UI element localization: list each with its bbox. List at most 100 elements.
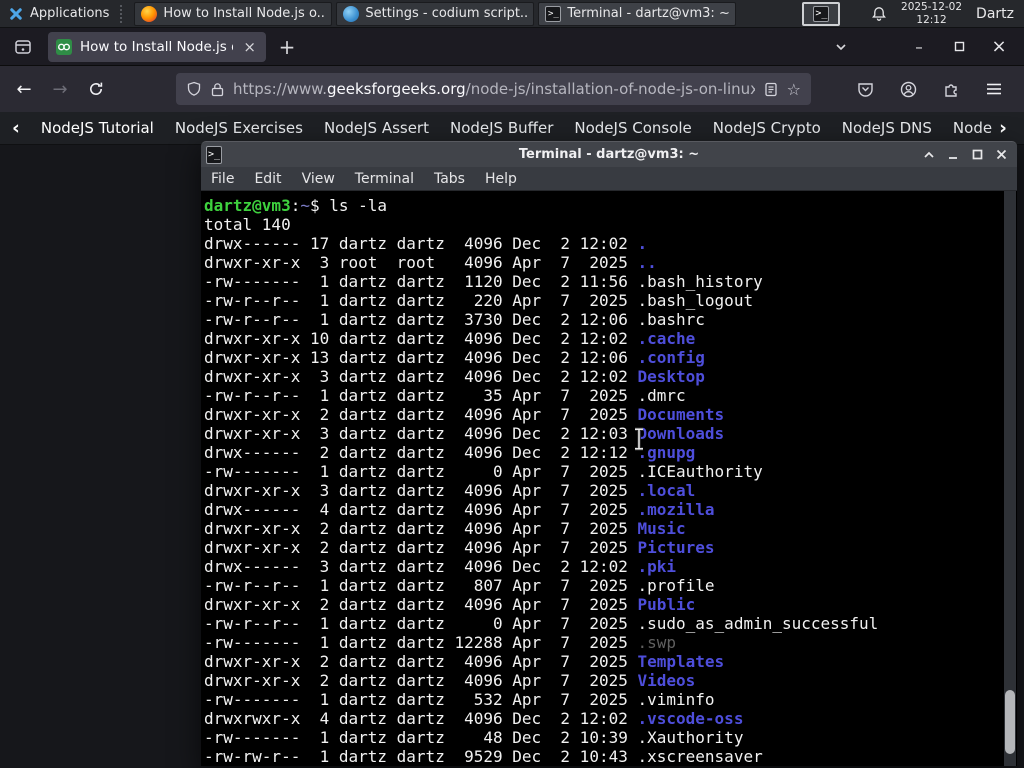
terminal-line: drwxr-xr-x 2 dartz dartz 4096 Apr 7 2025…	[204, 519, 1017, 538]
browser-tab[interactable]: How to Install Node.js on ×	[48, 31, 266, 62]
panel-user-label[interactable]: Dartz	[976, 6, 1014, 22]
firefox-view-icon	[15, 39, 31, 54]
terminal-line: -rw-r--r-- 1 dartz dartz 0 Apr 7 2025 .s…	[204, 614, 1017, 633]
file-name: .Xauthority	[637, 728, 744, 747]
minimize-button[interactable]: –	[906, 34, 932, 60]
site-nav-link[interactable]: NodeJS Crypto	[713, 119, 821, 137]
url-text[interactable]: https://www.geeksforgeeks.org/node-js/in…	[233, 80, 755, 98]
menu-edit[interactable]: Edit	[244, 171, 291, 187]
tab-list-button[interactable]	[828, 34, 854, 60]
menu-tabs[interactable]: Tabs	[424, 171, 475, 187]
panel-clock[interactable]: 2025-12-02 12:12	[901, 1, 962, 25]
menu-view[interactable]: View	[292, 171, 345, 187]
terminal-line: -rw-rw-r-- 1 dartz dartz 9529 Dec 2 10:4…	[204, 747, 1017, 766]
back-button[interactable]: ←	[8, 73, 40, 105]
site-nav-link[interactable]: NodeJS DNS	[842, 119, 932, 137]
notification-bell-icon[interactable]	[871, 6, 887, 22]
prompt-user-host: dartz@vm3	[204, 196, 291, 215]
terminal-output[interactable]: dartz@vm3:~$ ls -la total 140 drwx------…	[201, 191, 1017, 766]
maximize-button[interactable]	[946, 34, 972, 60]
chevron-up-icon	[924, 151, 934, 158]
file-attributes: drwxr-xr-x 2 dartz dartz 4096 Apr 7 2025	[204, 652, 638, 671]
url-domain: geeksforgeeks.org	[326, 80, 466, 98]
terminal-line: -rw-r--r-- 1 dartz dartz 220 Apr 7 2025 …	[204, 291, 1017, 310]
terminal-line: drwxr-xr-x 3 dartz dartz 4096 Apr 7 2025…	[204, 481, 1017, 500]
terminal-line: -rw-r--r-- 1 dartz dartz 807 Apr 7 2025 …	[204, 576, 1017, 595]
file-attributes: -rw------- 1 dartz dartz 12288 Apr 7 202…	[204, 633, 638, 652]
file-attributes: drwx------ 3 dartz dartz 4096 Dec 2 12:0…	[204, 557, 638, 576]
terminal-scrollbar[interactable]	[1004, 191, 1016, 766]
file-attributes: drwxrwxr-x 4 dartz dartz 4096 Dec 2 12:0…	[204, 709, 638, 728]
site-nav-link[interactable]: NodeJS Assert	[324, 119, 429, 137]
url-bar[interactable]: https://www.geeksforgeeks.org/node-js/in…	[176, 73, 811, 105]
account-icon[interactable]	[892, 73, 924, 105]
terminal-maximize-button[interactable]	[967, 146, 987, 164]
file-attributes: drwxr-xr-x 2 dartz dartz 4096 Apr 7 2025	[204, 671, 638, 690]
scrollbar-thumb[interactable]	[1005, 690, 1015, 754]
firefox-icon	[141, 5, 158, 22]
terminal-line: drwxr-xr-x 3 dartz dartz 4096 Dec 2 12:0…	[204, 424, 1017, 443]
menu-help[interactable]: Help	[475, 171, 527, 187]
mouse-cursor-ibeam	[635, 427, 643, 451]
taskbar-button-terminal[interactable]: >_ Terminal - dartz@vm3: ~	[538, 1, 737, 26]
taskbar-button-firefox[interactable]: How to Install Node.js o...	[134, 1, 333, 26]
terminal-line: drwxr-xr-x 2 dartz dartz 4096 Apr 7 2025…	[204, 538, 1017, 557]
geeksforgeeks-favicon	[56, 38, 72, 55]
reload-button[interactable]	[80, 73, 112, 105]
terminal-close-button[interactable]	[991, 146, 1011, 164]
terminal-line: -rw------- 1 dartz dartz 0 Apr 7 2025 .I…	[204, 462, 1017, 481]
file-name: .cache	[637, 329, 696, 348]
site-nav-link[interactable]: NodeJS Console	[574, 119, 691, 137]
file-attributes: drwxr-xr-x 2 dartz dartz 4096 Apr 7 2025	[204, 519, 638, 538]
extensions-puzzle-icon[interactable]	[935, 73, 967, 105]
clock-time: 12:12	[916, 13, 947, 26]
menu-file[interactable]: File	[201, 171, 244, 187]
workspace-pager[interactable]: >_	[802, 1, 841, 26]
terminal-line: -rw------- 1 dartz dartz 48 Dec 2 10:39 …	[204, 728, 1017, 747]
nav-scroll-left-icon[interactable]: ‹	[12, 117, 20, 139]
new-tab-button[interactable]: +	[272, 32, 302, 62]
close-icon	[996, 149, 1006, 160]
file-name: .swp	[637, 633, 677, 652]
tracking-shield-icon[interactable]	[186, 81, 202, 97]
terminal-icon: >_	[813, 5, 830, 22]
firefox-view-button[interactable]	[8, 32, 38, 62]
site-nav-link[interactable]: NodeJS Exercises	[175, 119, 303, 137]
file-attributes: drwxr-xr-x 2 dartz dartz 4096 Apr 7 2025	[204, 405, 638, 424]
terminal-line: drwxr-xr-x 2 dartz dartz 4096 Apr 7 2025…	[204, 652, 1017, 671]
reader-mode-icon[interactable]	[764, 82, 778, 97]
site-nav-link[interactable]: NodeJS Buffer	[450, 119, 553, 137]
site-nav-link[interactable]: Node	[953, 119, 992, 137]
tab-close-icon[interactable]: ×	[241, 38, 258, 56]
taskbar-label: How to Install Node.js o...	[163, 6, 326, 21]
bookmark-star-icon[interactable]: ☆	[787, 80, 801, 99]
file-name: Videos	[637, 671, 696, 690]
terminal-line: drwxrwxr-x 4 dartz dartz 4096 Dec 2 12:0…	[204, 709, 1017, 728]
file-attributes: drwxr-xr-x 3 dartz dartz 4096 Dec 2 12:0…	[204, 424, 638, 443]
menu-terminal[interactable]: Terminal	[345, 171, 424, 187]
maximize-icon	[972, 149, 982, 160]
file-name: .config	[637, 348, 705, 367]
nav-scroll-right-icon[interactable]: ›	[999, 117, 1007, 139]
pocket-icon[interactable]	[849, 73, 881, 105]
file-name: .dmrc	[637, 386, 686, 405]
minimize-icon	[949, 156, 957, 159]
terminal-line: drwxr-xr-x 3 root root 4096 Apr 7 2025 .…	[204, 253, 1017, 272]
shade-button[interactable]	[919, 146, 939, 164]
site-nav-link[interactable]: NodeJS Tutorial	[41, 119, 154, 137]
applications-menu-button[interactable]: Applications	[0, 0, 117, 27]
taskbar-button-codium[interactable]: Settings - codium script...	[336, 1, 535, 26]
close-button[interactable]: ×	[986, 34, 1012, 60]
url-scheme: https://www.	[233, 80, 327, 98]
menu-hamburger-icon[interactable]	[978, 73, 1010, 105]
terminal-prompt-line: dartz@vm3:~$ ls -la	[204, 196, 1017, 215]
file-name: .sudo_as_admin_successful	[637, 614, 879, 633]
file-name: .bash_history	[637, 272, 763, 291]
url-path: /node-js/installation-of-node-js-on-linu…	[465, 80, 755, 98]
terminal-icon: >_	[545, 5, 562, 22]
codium-icon	[343, 5, 360, 22]
lock-icon[interactable]	[211, 82, 224, 97]
forward-button[interactable]: →	[44, 73, 76, 105]
terminal-titlebar[interactable]: >_ Terminal - dartz@vm3: ~	[201, 141, 1017, 167]
terminal-minimize-button[interactable]	[943, 146, 963, 164]
